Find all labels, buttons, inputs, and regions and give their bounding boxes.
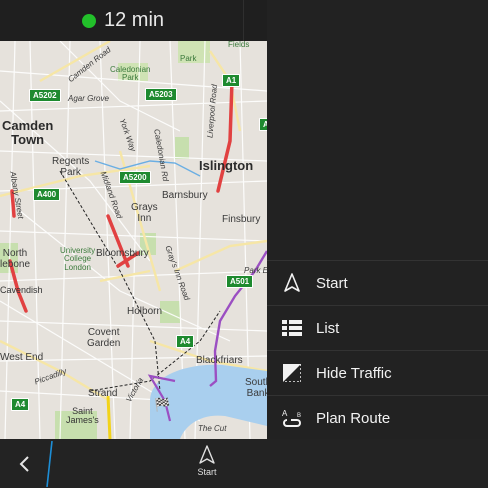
- map-label-barnsbury: Barnsbury: [162, 190, 208, 201]
- road-shield-a40: A4: [176, 335, 195, 348]
- eta-status-dot: [82, 13, 96, 28]
- map-label-park: Park: [180, 54, 197, 63]
- road-shield-a5202: A5202: [29, 89, 61, 102]
- map-label-north-marylebone: North lebone: [0, 248, 31, 270]
- map-label-agar-grove: Agar Grove: [68, 94, 109, 103]
- svg-text:B: B: [297, 413, 301, 419]
- menu-item-label: Plan Route: [316, 409, 391, 427]
- map-label-blackfriars: Blackfriars: [196, 355, 243, 366]
- menu-item-label: Hide Traffic: [316, 364, 392, 382]
- highlighted-road: [106, 395, 112, 439]
- map-label-regents-park: Regents Park: [52, 156, 90, 178]
- road-shield-a4: A4: [11, 398, 30, 411]
- road-shield-a1: A1: [222, 74, 241, 87]
- park-area: [160, 301, 180, 323]
- list-icon: [280, 316, 304, 340]
- map-label-cavendish: Cavendish: [0, 285, 43, 295]
- map-label-holborn: Holborn: [127, 306, 163, 317]
- menu-item-hide-traffic[interactable]: Hide Traffic: [267, 351, 488, 396]
- navigation-arrow-icon: [280, 271, 304, 295]
- map-label-islington: Islington: [199, 158, 254, 173]
- menu-item-start[interactable]: Start: [267, 260, 488, 306]
- road-shield-a400: A400: [33, 188, 61, 201]
- chevron-left-icon: [19, 455, 29, 472]
- park-area: [175, 137, 189, 159]
- menu-item-label: List: [316, 319, 340, 337]
- map-label-caledonian-park: Caledonian Park: [110, 65, 151, 83]
- start-action-label: Start: [197, 467, 217, 477]
- road-shield-a5200: A5200: [119, 171, 151, 184]
- destination-flag-icon[interactable]: 🏁: [154, 397, 170, 413]
- map-label-south-bank: SouthBank: [245, 377, 267, 399]
- svg-text:A: A: [282, 409, 288, 418]
- road-shield-a5203: A5203: [145, 88, 177, 101]
- bottom-action-bar: Start: [0, 439, 488, 488]
- traffic-toggle-icon: [280, 361, 304, 385]
- top-divider: [243, 0, 244, 42]
- action-menu: Start List Hide Traffic A B Plan Route: [267, 260, 488, 441]
- map-label-covent-garden: Covent Garden: [87, 327, 121, 349]
- eta-text: 12 min: [104, 9, 165, 31]
- menu-item-list[interactable]: List: [267, 306, 488, 351]
- map-label-finsbury: Finsbury: [222, 214, 261, 225]
- map-label-grays-inn: Grays Inn: [131, 202, 158, 224]
- road-shield-a1-edge: A1: [259, 118, 267, 131]
- menu-item-plan-route[interactable]: A B Plan Route: [267, 396, 488, 441]
- eta-indicator: 12 min: [82, 9, 164, 32]
- plan-route-icon: A B: [280, 406, 304, 430]
- road-shield-a501: A501: [226, 275, 254, 288]
- map-label-fields: Fields: [228, 41, 250, 49]
- map-label-bloomsbury: Bloomsbury: [96, 248, 149, 259]
- navigation-arrow-icon: [199, 445, 215, 464]
- map-label-ucl: University College London: [60, 246, 96, 272]
- menu-item-label: Start: [316, 274, 348, 292]
- map-label-west-end: West End: [0, 352, 44, 363]
- start-action-button[interactable]: Start: [186, 445, 228, 477]
- map-label-the-cut: The Cut: [198, 424, 227, 433]
- map-label-saint-james: Saint James's: [66, 406, 99, 426]
- map-view[interactable]: Camden Town Islington Regents Park Grays In…: [0, 41, 267, 439]
- map-label-camden-town: Camden Town: [2, 118, 54, 147]
- back-divider-accent: [46, 441, 53, 487]
- back-button[interactable]: [0, 439, 48, 488]
- map-label-strand: Strand: [88, 388, 118, 399]
